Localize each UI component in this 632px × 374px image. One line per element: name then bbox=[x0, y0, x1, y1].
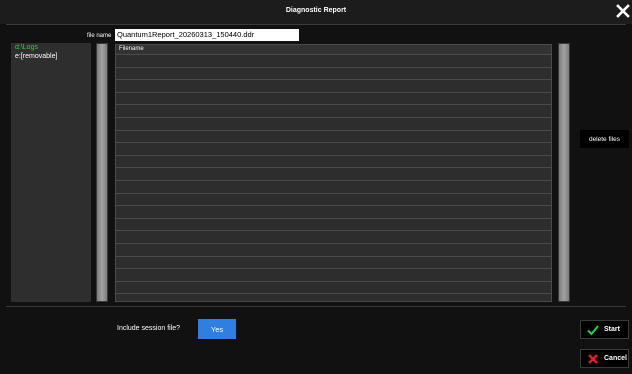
table-row[interactable] bbox=[116, 231, 551, 244]
table-row[interactable] bbox=[116, 294, 551, 301]
table-row[interactable] bbox=[116, 193, 551, 207]
table-row[interactable] bbox=[116, 117, 551, 131]
scrollbar-thumb[interactable] bbox=[559, 44, 569, 301]
file-name-input[interactable] bbox=[115, 29, 299, 41]
start-label: Start bbox=[604, 326, 620, 333]
cross-icon bbox=[588, 353, 598, 364]
file-list: Filename bbox=[115, 44, 552, 302]
drive-item-d-logs[interactable]: d:\Logs bbox=[11, 43, 91, 52]
window-title: Diagnostic Report bbox=[285, 7, 347, 14]
table-row[interactable] bbox=[116, 105, 551, 118]
column-header-filename[interactable]: Filename bbox=[116, 45, 551, 55]
delete-files-button[interactable]: delete files bbox=[580, 130, 629, 148]
cancel-label: Cancel bbox=[604, 355, 627, 362]
divider bbox=[6, 306, 626, 307]
table-row[interactable] bbox=[116, 55, 551, 68]
table-row[interactable] bbox=[116, 281, 551, 295]
table-row[interactable] bbox=[116, 92, 551, 106]
close-icon[interactable] bbox=[614, 2, 632, 20]
drive-list: d:\Logs e:[removable] bbox=[11, 43, 91, 302]
table-row[interactable] bbox=[116, 243, 551, 257]
include-session-label: Include session file? bbox=[117, 325, 181, 332]
file-rows bbox=[116, 55, 551, 301]
drive-item-e-removable[interactable]: e:[removable] bbox=[11, 52, 91, 61]
table-row[interactable] bbox=[116, 269, 551, 282]
start-button[interactable]: Start bbox=[580, 320, 629, 339]
include-session-toggle[interactable]: Yes bbox=[198, 319, 236, 339]
drive-list-scrollbar[interactable] bbox=[96, 43, 108, 302]
check-icon bbox=[587, 324, 599, 335]
table-row[interactable] bbox=[116, 143, 551, 156]
table-row[interactable] bbox=[116, 80, 551, 93]
table-row[interactable] bbox=[116, 168, 551, 181]
table-row[interactable] bbox=[116, 67, 551, 81]
file-list-scrollbar[interactable] bbox=[558, 43, 570, 302]
table-row[interactable] bbox=[116, 218, 551, 232]
table-row[interactable] bbox=[116, 130, 551, 144]
title-bar: Diagnostic Report bbox=[0, 0, 632, 24]
file-name-label: file name bbox=[87, 33, 112, 39]
table-row[interactable] bbox=[116, 206, 551, 219]
scrollbar-thumb[interactable] bbox=[97, 44, 107, 301]
table-row[interactable] bbox=[116, 256, 551, 270]
table-row[interactable] bbox=[116, 155, 551, 169]
divider bbox=[6, 24, 626, 25]
cancel-button[interactable]: Cancel bbox=[580, 349, 629, 368]
table-row[interactable] bbox=[116, 180, 551, 194]
